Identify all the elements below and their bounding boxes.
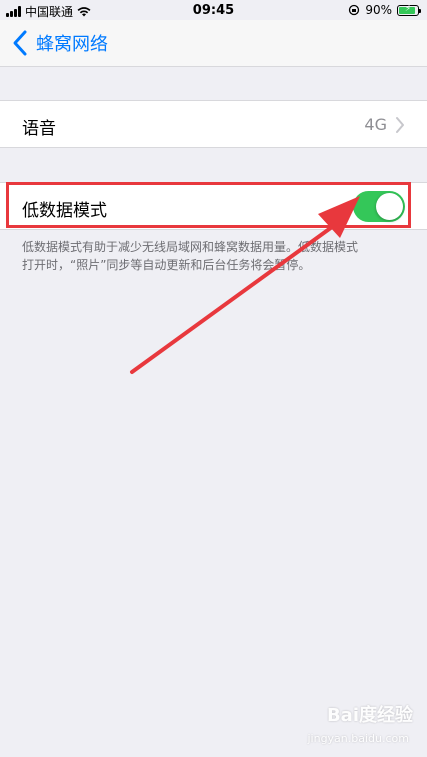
battery-icon: ⚡ — [397, 4, 421, 16]
back-button-label: 蜂窝网络 — [36, 34, 108, 55]
description-line-1: 低数据模式有助于减少无线局域网和蜂窝数据用量。低数据模式 — [22, 240, 359, 254]
watermark-url: jingyan.baidu.com — [307, 732, 409, 745]
low-data-mode-description: 低数据模式有助于减少无线局域网和蜂窝数据用量。低数据模式 打开时，“照片”同步等… — [22, 238, 412, 274]
low-data-mode-toggle[interactable] — [353, 191, 405, 222]
voice-setting-value: 4G — [364, 115, 387, 134]
description-line-2: 打开时，“照片”同步等自动更新和后台任务将会暂停。 — [22, 258, 311, 272]
back-button[interactable]: 蜂窝网络 — [10, 28, 108, 58]
low-data-mode-row: 低数据模式 — [0, 182, 427, 230]
status-right: 90% ⚡ — [348, 3, 421, 17]
watermark-logo: Bai度经验 — [326, 705, 413, 726]
toggle-knob — [376, 193, 403, 220]
chevron-left-icon — [13, 30, 27, 56]
voice-setting-row[interactable]: 语音 4G — [0, 100, 427, 148]
voice-setting-label: 语音 — [22, 119, 56, 139]
chevron-right-icon — [396, 117, 404, 133]
status-bar: 中国联通 09:45 90% ⚡ — [0, 0, 427, 20]
battery-percent: 90% — [365, 3, 392, 17]
low-data-mode-label: 低数据模式 — [22, 201, 107, 221]
nav-bar: 蜂窝网络 — [0, 20, 427, 67]
orientation-lock-icon — [349, 4, 360, 16]
